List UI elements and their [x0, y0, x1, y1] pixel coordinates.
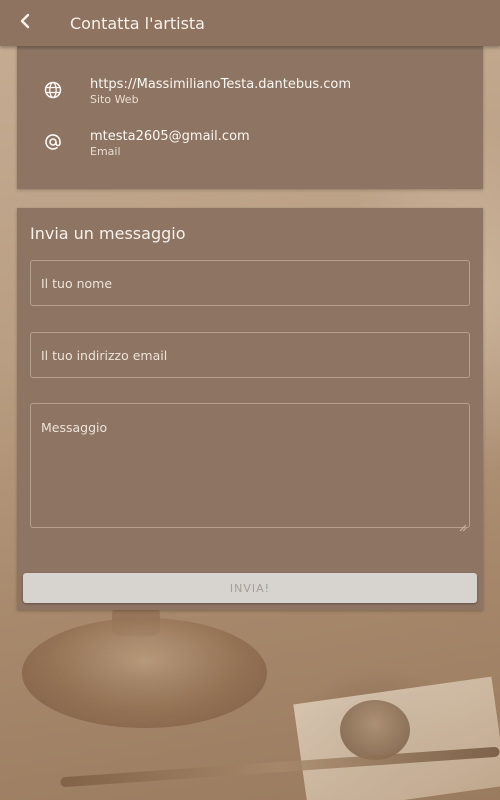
page-title: Contatta l'artista	[70, 13, 205, 33]
at-sign-icon	[43, 132, 63, 152]
website-url[interactable]: https://MassimilianoTesta.dantebus.com	[90, 76, 351, 93]
name-field[interactable]: Il tuo nome	[30, 260, 470, 306]
email-address[interactable]: mtesta2605@gmail.com	[90, 128, 250, 145]
resize-handle-icon[interactable]	[459, 517, 467, 532]
arrow-back-icon	[18, 13, 32, 33]
message-placeholder: Messaggio	[41, 420, 108, 435]
send-button[interactable]: INVIA!	[23, 573, 477, 603]
background-lamp-base	[22, 618, 267, 728]
name-placeholder: Il tuo nome	[41, 276, 113, 291]
contact-info-card: https://MassimilianoTesta.dantebus.com S…	[17, 46, 483, 189]
email-placeholder: Il tuo indirizzo email	[41, 348, 168, 363]
website-label: Sito Web	[90, 93, 139, 106]
email-row[interactable]: mtesta2605@gmail.com Email	[17, 128, 483, 168]
email-field[interactable]: Il tuo indirizzo email	[30, 332, 470, 378]
app-bar: Contatta l'artista	[0, 0, 500, 46]
website-row[interactable]: https://MassimilianoTesta.dantebus.com S…	[17, 76, 483, 116]
background-seal	[340, 700, 410, 760]
back-button[interactable]	[0, 0, 50, 46]
message-field[interactable]: Messaggio	[30, 403, 470, 532]
email-label: Email	[90, 145, 121, 158]
globe-icon	[43, 80, 63, 100]
message-form-card: Invia un messaggio Il tuo nome Il tuo in…	[17, 208, 483, 610]
form-title: Invia un messaggio	[30, 224, 186, 243]
